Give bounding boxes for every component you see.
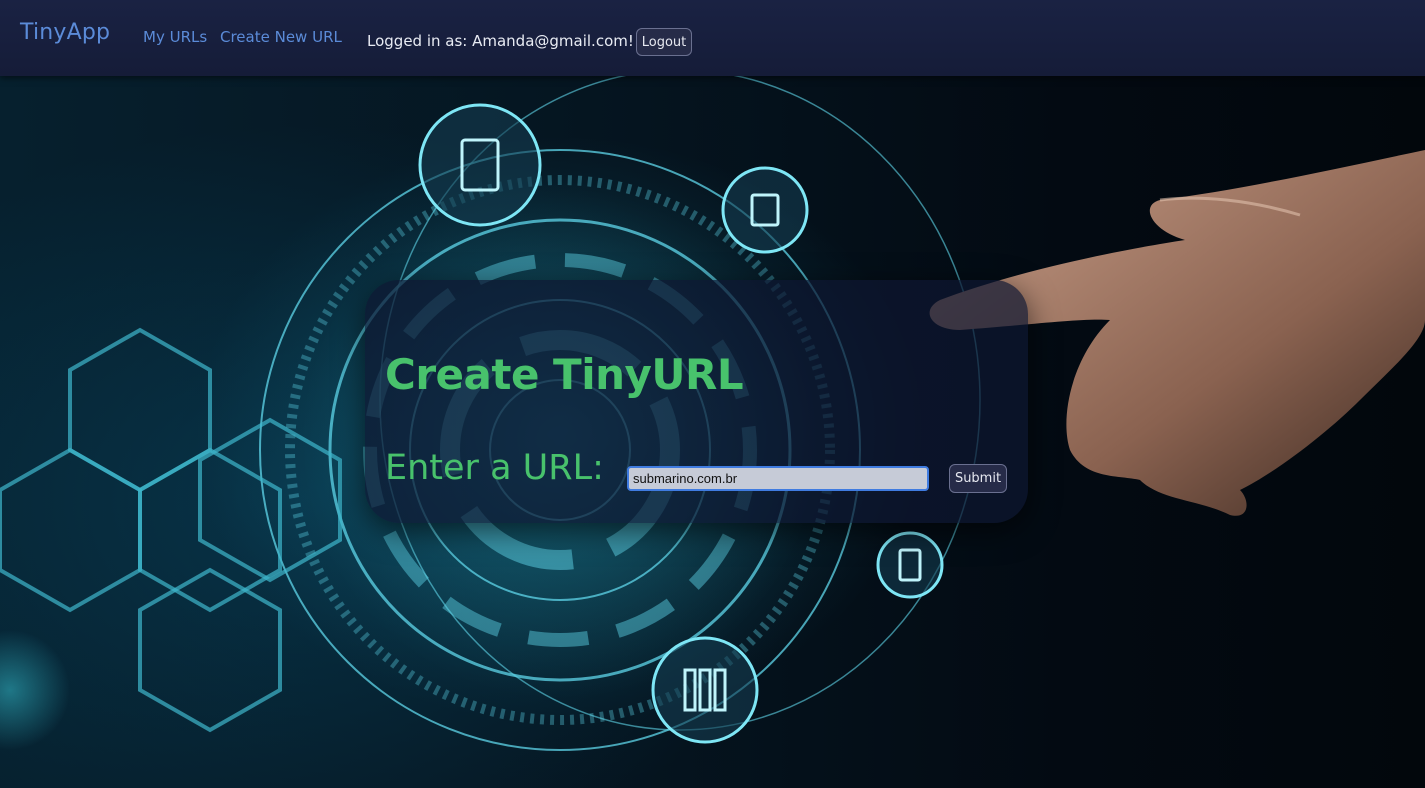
top-navbar: TinyApp My URLs Create New URL Logged in… xyxy=(0,0,1425,76)
page-title: Create TinyURL xyxy=(385,350,744,399)
nav-link-my-urls[interactable]: My URLs xyxy=(143,28,207,46)
logged-in-status: Logged in as: Amanda@gmail.com! xyxy=(367,32,634,50)
logout-button[interactable]: Logout xyxy=(636,28,692,56)
create-url-card: Create TinyURL Enter a URL: Submit xyxy=(365,280,1028,523)
url-input[interactable] xyxy=(627,466,929,491)
url-field-label: Enter a URL: xyxy=(385,448,604,488)
page: TinyApp My URLs Create New URL Logged in… xyxy=(0,0,1425,788)
submit-button[interactable]: Submit xyxy=(949,464,1007,493)
nav-link-create-new-url[interactable]: Create New URL xyxy=(220,28,342,46)
brand-logo-link[interactable]: TinyApp xyxy=(20,20,110,45)
